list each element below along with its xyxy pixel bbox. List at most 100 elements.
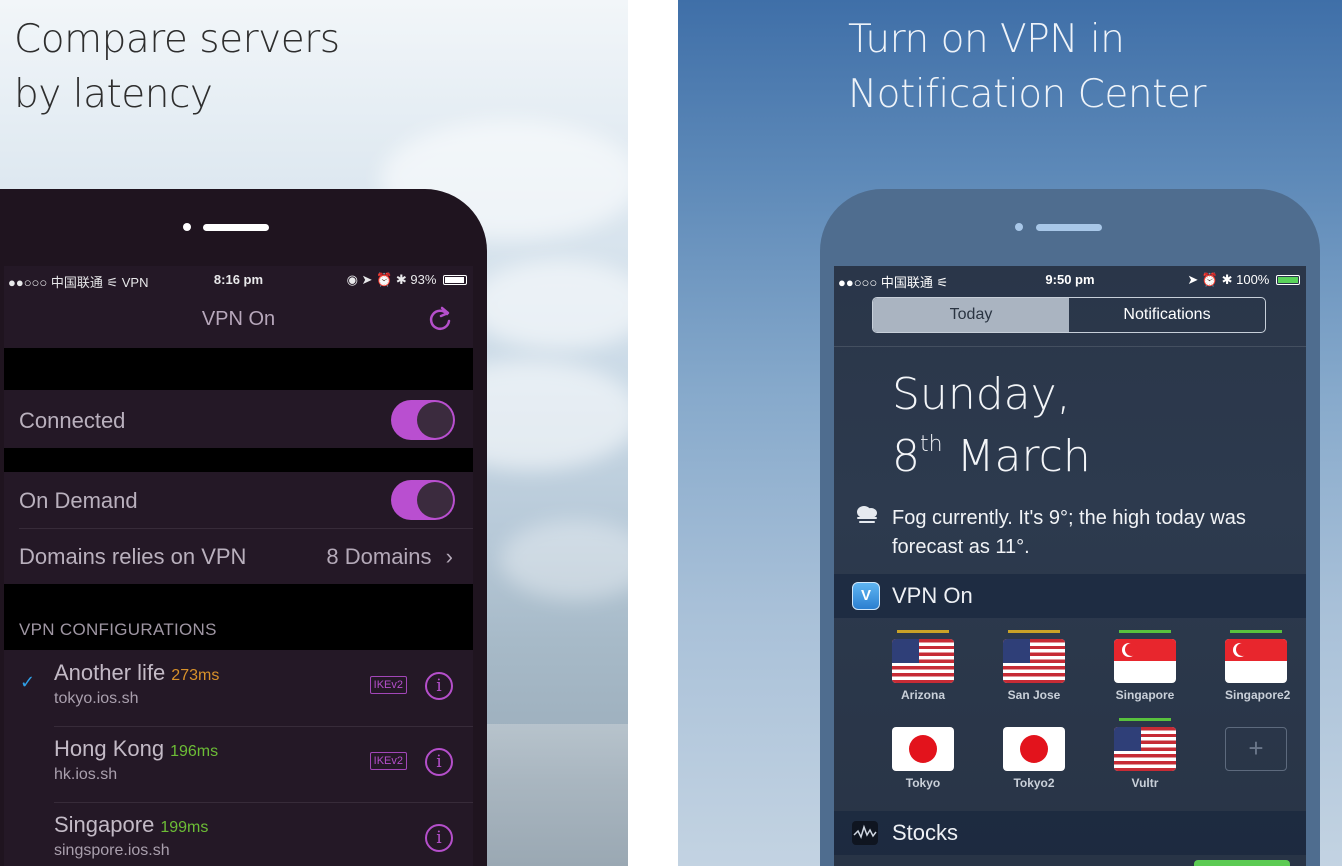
config-latency: 199ms bbox=[160, 819, 209, 836]
server-tile-san-jose[interactable]: San Jose bbox=[1003, 630, 1065, 702]
status-right: ◉ ➤ ⏰ ✱ 93% bbox=[347, 272, 467, 288]
toggle-knob bbox=[417, 482, 453, 518]
on-demand-row: On Demand bbox=[4, 472, 473, 528]
camera-dot bbox=[1015, 223, 1023, 231]
on-demand-toggle[interactable] bbox=[391, 480, 455, 520]
section-header: VPN CONFIGURATIONS bbox=[19, 620, 217, 639]
toggle-knob bbox=[417, 402, 453, 438]
config-name: Singapore 199ms bbox=[54, 812, 208, 838]
config-name-text: Singapore bbox=[54, 812, 155, 837]
add-server-button[interactable]: + bbox=[1225, 718, 1287, 771]
date-day: 8 bbox=[892, 431, 920, 482]
headline-line: Compare servers bbox=[14, 17, 340, 62]
domains-detail: 8 Domains › bbox=[326, 544, 453, 570]
vpn-app-icon: V bbox=[852, 582, 880, 610]
cloud bbox=[500, 520, 628, 600]
config-host: tokyo.ios.sh bbox=[54, 690, 139, 707]
vpn-widget-header[interactable]: V VPN On bbox=[834, 574, 1306, 618]
right-panel: Turn on VPN in Notification Center ●●○○○… bbox=[678, 0, 1342, 866]
segmented-control: Today Notifications bbox=[872, 297, 1266, 333]
server-tile-tokyo2[interactable]: Tokyo2 bbox=[1003, 718, 1065, 790]
flag-jp-icon bbox=[892, 727, 954, 771]
vpn-config-row[interactable]: Hong Kong 196ms hk.ios.sh IKEv2 i bbox=[4, 726, 473, 802]
latency-indicator bbox=[1230, 630, 1282, 633]
domains-label: Domains relies on VPN bbox=[19, 544, 247, 569]
connected-label: Connected bbox=[19, 408, 126, 433]
vpn-app-screen: ●●○○○ 中国联通 ⚟ VPN 8:16 pm ◉ ➤ ⏰ ✱ 93% VPN… bbox=[4, 266, 473, 866]
headline-line: Turn on VPN in bbox=[848, 17, 1125, 62]
left-panel: Compare servers by latency ●●○○○ 中国联通 ⚟ … bbox=[0, 0, 628, 866]
config-name-text: Hong Kong bbox=[54, 736, 165, 761]
date-month: March bbox=[956, 431, 1091, 482]
headline: Compare servers by latency bbox=[14, 12, 414, 122]
status-icons: ➤ ⏰ ✱ 100% bbox=[1187, 272, 1270, 287]
battery-icon bbox=[443, 275, 467, 285]
stocks-title: Stocks bbox=[892, 820, 959, 845]
section-gap bbox=[4, 448, 473, 472]
status-icons: ◉ ➤ ⏰ ✱ 93% bbox=[346, 272, 437, 287]
config-latency: 273ms bbox=[171, 667, 220, 684]
flag-jp-icon bbox=[1003, 727, 1065, 771]
server-tile-tokyo[interactable]: Tokyo bbox=[892, 718, 954, 790]
status-bar: ●●○○○ 中国联通 ⚟ VPN 8:16 pm ◉ ➤ ⏰ ✱ 93% bbox=[4, 266, 473, 292]
weather-summary: Fog currently. It's 9°; the high today w… bbox=[892, 507, 1246, 558]
server-label: Vultr bbox=[1131, 776, 1159, 790]
info-icon[interactable]: i bbox=[425, 824, 453, 852]
info-icon[interactable]: i bbox=[425, 672, 453, 700]
config-latency: 196ms bbox=[170, 743, 219, 760]
status-bar: ●●○○○ 中国联通 ⚟ 9:50 pm ➤ ⏰ ✱ 100% bbox=[834, 266, 1306, 292]
headline-line: by latency bbox=[14, 72, 213, 117]
latency-indicator bbox=[1119, 718, 1171, 721]
status-right: ➤ ⏰ ✱ 100% bbox=[1187, 272, 1300, 288]
notification-center-screen: ●●○○○ 中国联通 ⚟ 9:50 pm ➤ ⏰ ✱ 100% Today No… bbox=[834, 266, 1306, 866]
on-demand-label: On Demand bbox=[19, 488, 138, 513]
domains-row[interactable]: Domains relies on VPN 8 Domains › bbox=[4, 528, 473, 584]
flag-us-icon bbox=[1003, 639, 1065, 683]
chevron-right-icon: › bbox=[445, 544, 453, 569]
fog-cloud-icon bbox=[857, 506, 877, 523]
section-gap bbox=[4, 348, 473, 390]
latency-indicator bbox=[897, 718, 949, 721]
domains-count: 8 Domains bbox=[326, 544, 432, 569]
server-tile-arizona[interactable]: Arizona bbox=[892, 630, 954, 702]
flag-us-icon bbox=[892, 639, 954, 683]
tab-notifications[interactable]: Notifications bbox=[1069, 298, 1265, 332]
info-icon[interactable]: i bbox=[425, 748, 453, 776]
server-tile-singapore[interactable]: Singapore bbox=[1114, 630, 1176, 702]
protocol-badge: IKEv2 bbox=[369, 676, 407, 694]
server-label: Singapore bbox=[1115, 688, 1175, 702]
server-label: San Jose bbox=[1007, 688, 1061, 702]
widget-title: VPN On bbox=[892, 583, 973, 608]
server-tile-vultr[interactable]: Vultr bbox=[1114, 718, 1176, 790]
refresh-icon[interactable] bbox=[425, 304, 455, 334]
tab-today[interactable]: Today bbox=[873, 298, 1069, 332]
server-label: Tokyo2 bbox=[1013, 776, 1055, 790]
connected-toggle[interactable] bbox=[391, 400, 455, 440]
vpn-config-row[interactable]: Singapore 199ms singspore.ios.sh i bbox=[4, 802, 473, 866]
speaker-grille bbox=[203, 224, 269, 231]
flag-sg-icon bbox=[1114, 639, 1176, 683]
server-tile-singapore2[interactable]: Singapore2 bbox=[1225, 630, 1291, 702]
vpn-config-row[interactable]: ✓ Another life 273ms tokyo.ios.sh IKEv2 i bbox=[4, 650, 473, 726]
config-name: Another life 273ms bbox=[54, 660, 219, 686]
flag-us-icon bbox=[1114, 727, 1176, 771]
section-header-band: VPN CONFIGURATIONS bbox=[4, 584, 473, 650]
headline: Turn on VPN in Notification Center bbox=[848, 12, 1308, 122]
date-heading: Sunday, 8th March bbox=[892, 370, 1091, 482]
nav-title: VPN On bbox=[201, 308, 276, 330]
camera-dot bbox=[183, 223, 191, 231]
cloud bbox=[470, 260, 628, 350]
config-name-text: Another life bbox=[54, 660, 166, 685]
checkmark-icon: ✓ bbox=[20, 672, 36, 692]
server-label: Arizona bbox=[900, 688, 945, 702]
server-label: Tokyo bbox=[905, 776, 941, 790]
stocks-widget-header[interactable]: Stocks bbox=[834, 811, 1306, 855]
date-weekday: Sunday, bbox=[892, 369, 1071, 420]
speaker-grille bbox=[1036, 224, 1102, 231]
latency-indicator bbox=[1008, 630, 1060, 633]
server-label: Singapore2 bbox=[1225, 688, 1291, 702]
config-host: hk.ios.sh bbox=[54, 766, 118, 783]
latency-indicator bbox=[1008, 718, 1060, 721]
stocks-app-icon bbox=[852, 821, 878, 845]
battery-icon bbox=[1276, 275, 1300, 285]
